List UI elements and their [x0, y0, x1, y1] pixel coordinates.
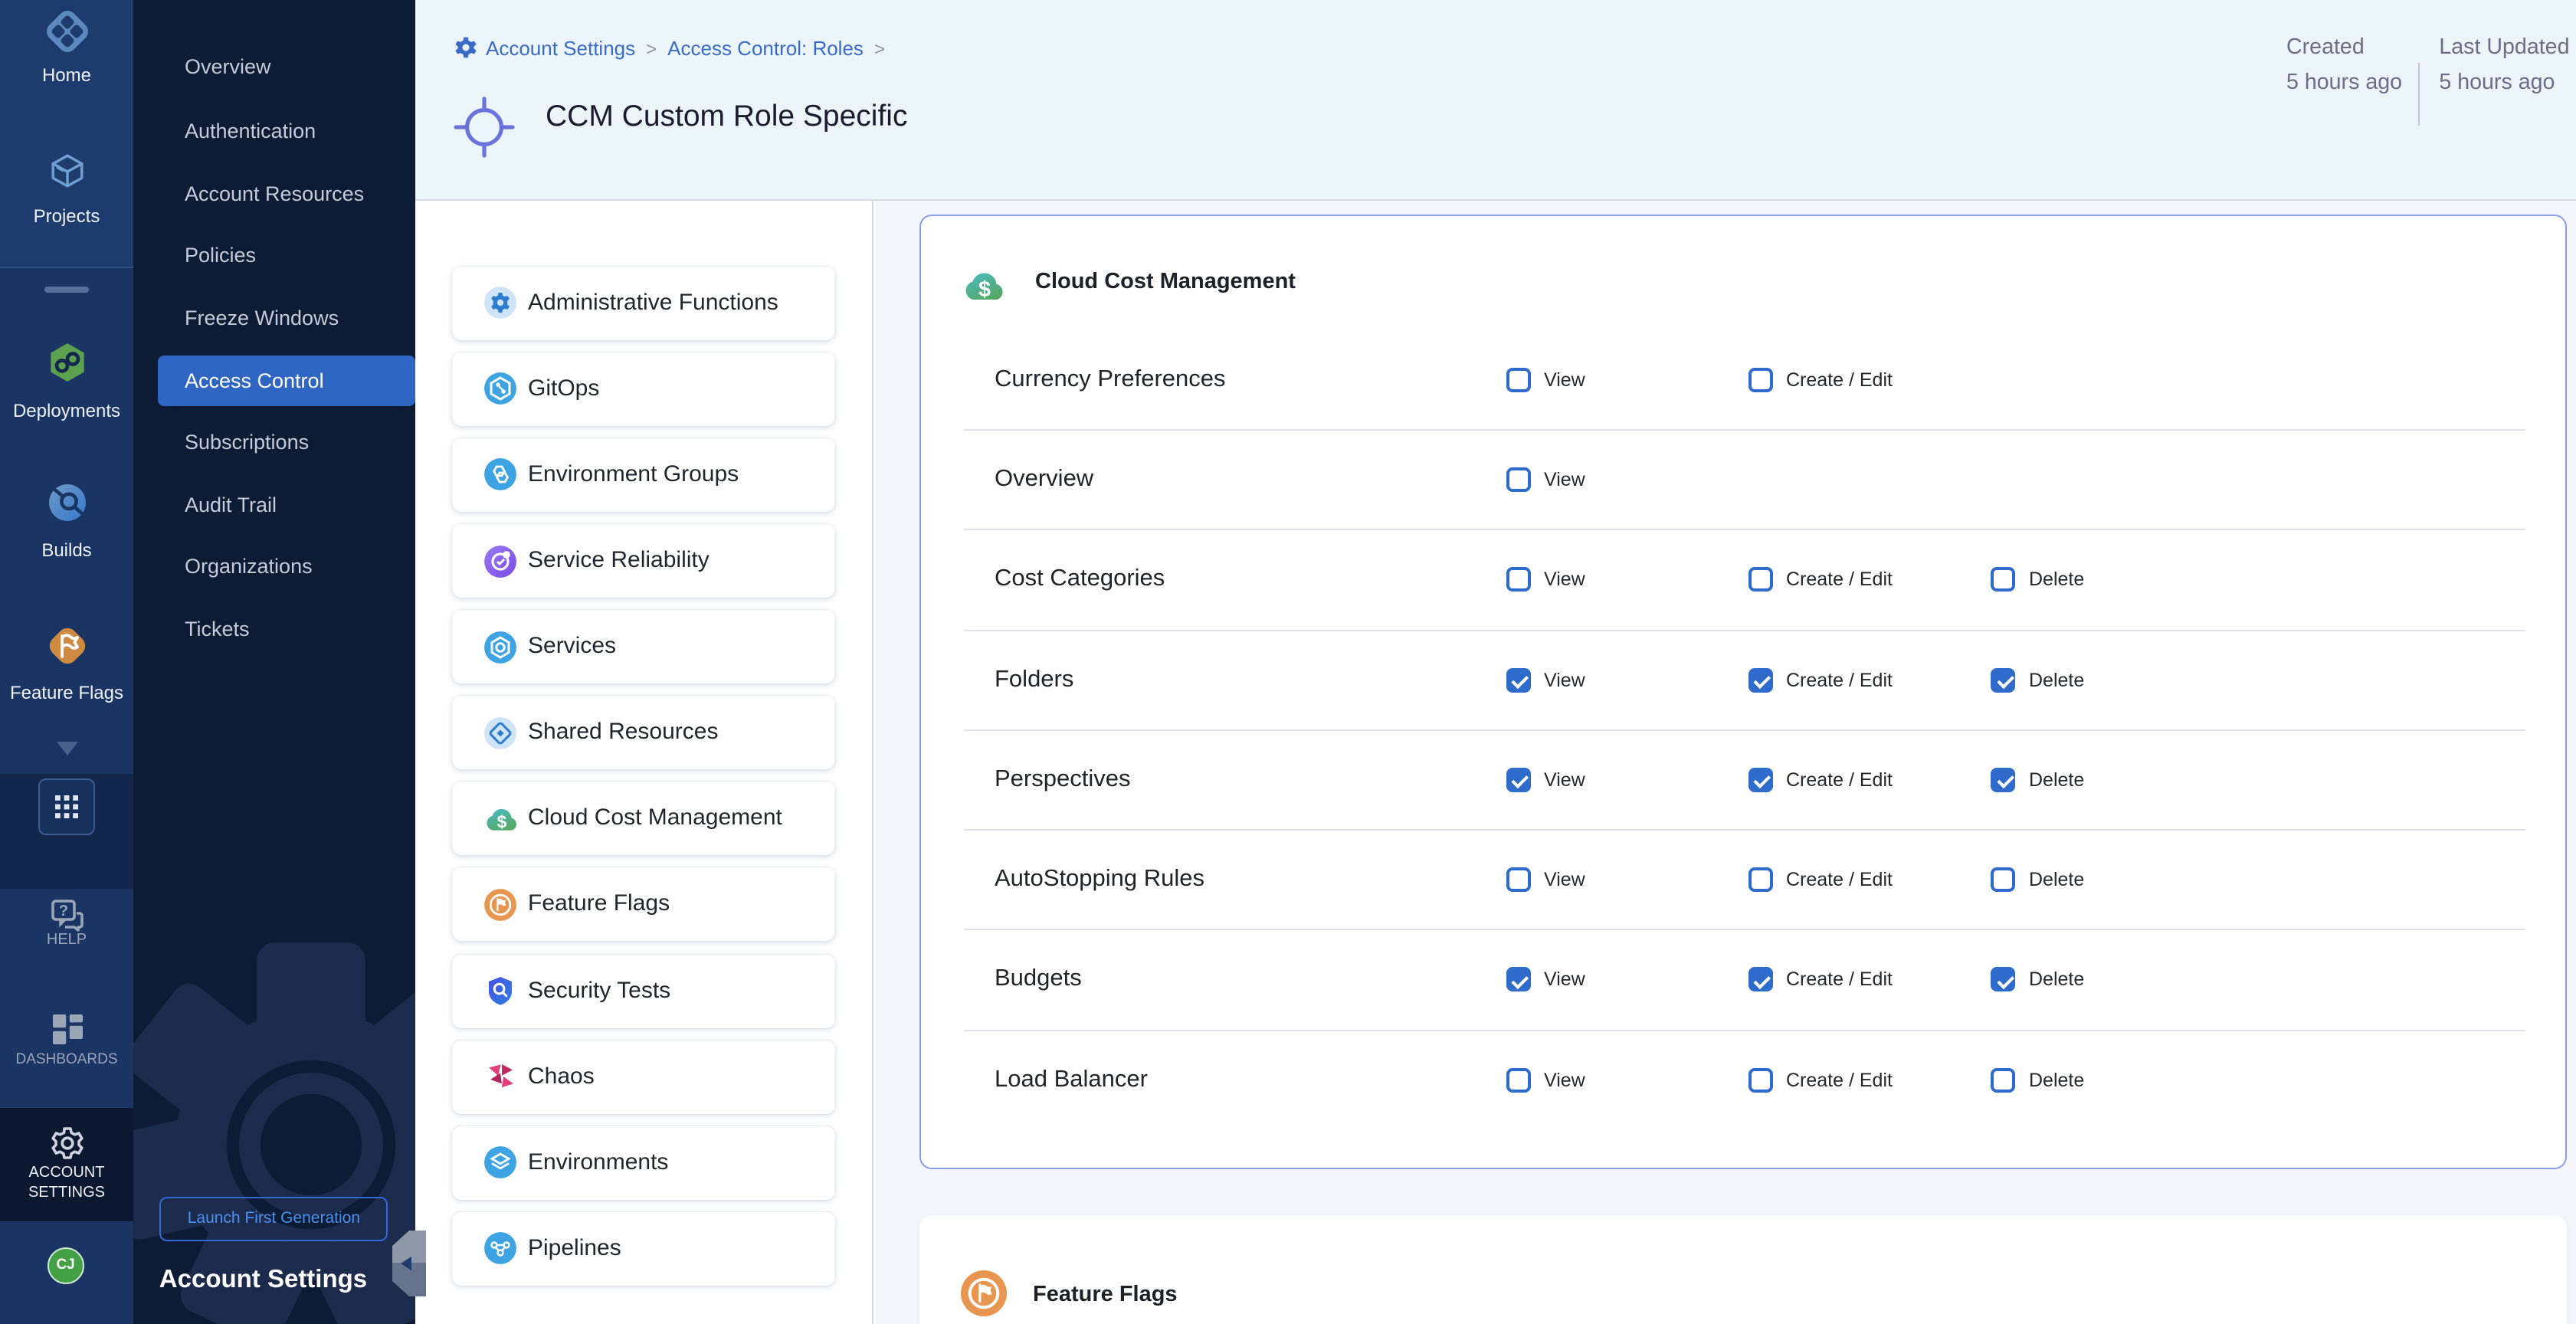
svg-text:$: $ — [978, 277, 991, 300]
svg-text:$: $ — [497, 812, 507, 832]
svg-text:?: ? — [58, 903, 67, 919]
